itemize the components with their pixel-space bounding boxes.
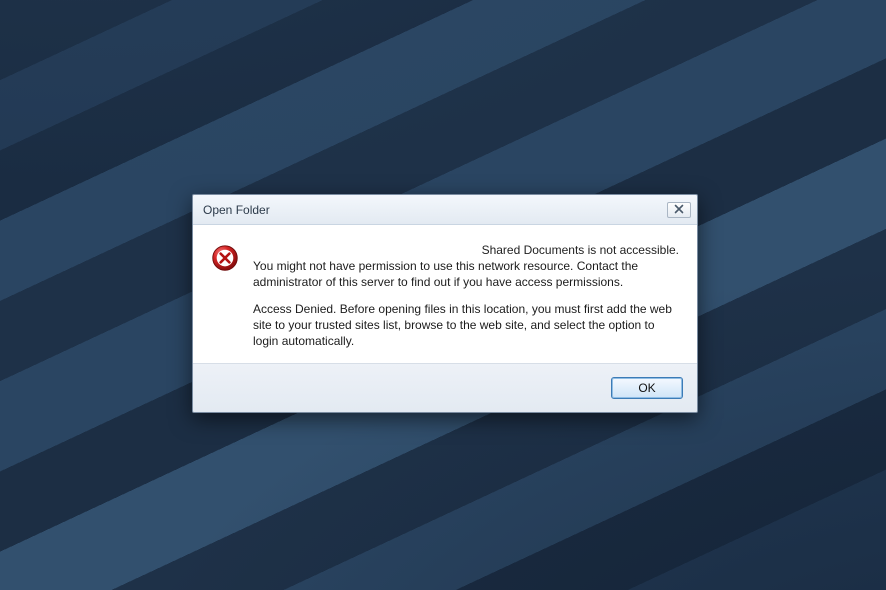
dialog-button-bar: OK [193,364,697,412]
open-folder-dialog: Open Folder [192,194,698,413]
dialog-title: Open Folder [203,203,270,217]
dialog-content: Shared Documents is not accessible. You … [193,225,697,364]
close-button[interactable] [667,202,691,218]
message-heading: Shared Documents is not accessible. [253,242,679,258]
dialog-titlebar[interactable]: Open Folder [193,195,697,225]
error-icon [211,244,239,272]
message-paragraph-2: Access Denied. Before opening files in t… [253,301,679,350]
dialog-message: Shared Documents is not accessible. You … [253,242,679,349]
ok-button[interactable]: OK [611,377,683,399]
message-paragraph-1: You might not have permission to use thi… [253,258,679,290]
close-icon [674,201,684,219]
